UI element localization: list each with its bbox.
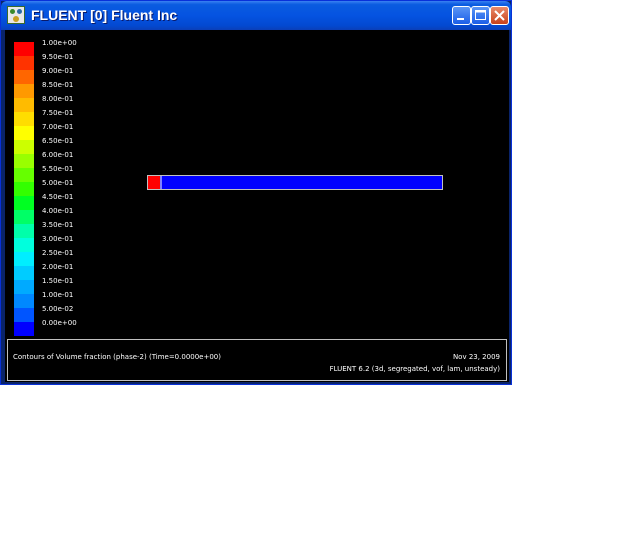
- legend-swatch: [14, 182, 34, 196]
- legend-label: 9.50e-01: [42, 53, 74, 61]
- legend-swatch: [14, 84, 34, 98]
- maximize-icon: [475, 10, 486, 20]
- close-button[interactable]: [490, 6, 509, 25]
- legend-swatch: [14, 70, 34, 84]
- window-title: FLUENT [0] Fluent Inc: [31, 7, 178, 23]
- title-bar[interactable]: FLUENT [0] Fluent Inc: [1, 1, 511, 30]
- caption-box: Contours of Volume fraction (phase-2) (T…: [7, 339, 507, 381]
- legend-swatch: [14, 294, 34, 308]
- legend-label: 5.50e-01: [42, 165, 74, 173]
- legend-label: 2.00e-01: [42, 263, 74, 271]
- legend-swatch: [14, 140, 34, 154]
- legend-swatch: [14, 126, 34, 140]
- minimize-icon: [457, 18, 464, 20]
- maximize-button[interactable]: [471, 6, 490, 25]
- legend-label: 3.50e-01: [42, 221, 74, 229]
- legend-label: 1.50e-01: [42, 277, 74, 285]
- contour-domain: [147, 175, 443, 190]
- close-icon: [494, 10, 505, 21]
- legend-label: 6.50e-01: [42, 137, 74, 145]
- legend-label: 4.00e-01: [42, 207, 74, 215]
- graphics-canvas[interactable]: Contours of Volume fraction (phase-2) (T…: [5, 30, 509, 382]
- inlet-region: [148, 176, 160, 189]
- legend-swatch: [14, 224, 34, 238]
- legend-label: 1.00e-01: [42, 291, 74, 299]
- fluent-window: FLUENT [0] Fluent Inc Contours of Volume…: [0, 0, 512, 385]
- legend-swatch: [14, 238, 34, 252]
- legend-swatch: [14, 112, 34, 126]
- legend-label: 9.00e-01: [42, 67, 74, 75]
- fluent-app-icon[interactable]: [7, 6, 25, 24]
- legend-label: 5.00e-01: [42, 179, 74, 187]
- legend-swatch: [14, 322, 34, 336]
- legend-label: 5.00e-02: [42, 305, 74, 313]
- legend-swatch: [14, 168, 34, 182]
- legend-label: 4.50e-01: [42, 193, 74, 201]
- legend-label: 0.00e+00: [42, 319, 77, 327]
- contour-description: Contours of Volume fraction (phase-2) (T…: [13, 353, 221, 361]
- legend-swatch: [14, 56, 34, 70]
- legend-label: 7.00e-01: [42, 123, 74, 131]
- minimize-button[interactable]: [452, 6, 471, 25]
- legend-swatch: [14, 280, 34, 294]
- legend-label: 3.00e-01: [42, 235, 74, 243]
- legend-label: 8.50e-01: [42, 81, 74, 89]
- legend-label: 8.00e-01: [42, 95, 74, 103]
- legend-label: 1.00e+00: [42, 39, 77, 47]
- legend-label: 6.00e-01: [42, 151, 74, 159]
- legend-swatch: [14, 42, 34, 56]
- legend-label: 7.50e-01: [42, 109, 74, 117]
- legend-swatch: [14, 154, 34, 168]
- legend-swatch: [14, 252, 34, 266]
- legend-swatch: [14, 98, 34, 112]
- interface-region: [160, 176, 162, 189]
- legend-label: 2.50e-01: [42, 249, 74, 257]
- caption-version: FLUENT 6.2 (3d, segregated, vof, lam, un…: [329, 365, 500, 373]
- legend-swatch: [14, 266, 34, 280]
- legend-swatch: [14, 308, 34, 322]
- legend-swatch: [14, 196, 34, 210]
- legend-swatch: [14, 210, 34, 224]
- caption-date: Nov 23, 2009: [452, 353, 500, 361]
